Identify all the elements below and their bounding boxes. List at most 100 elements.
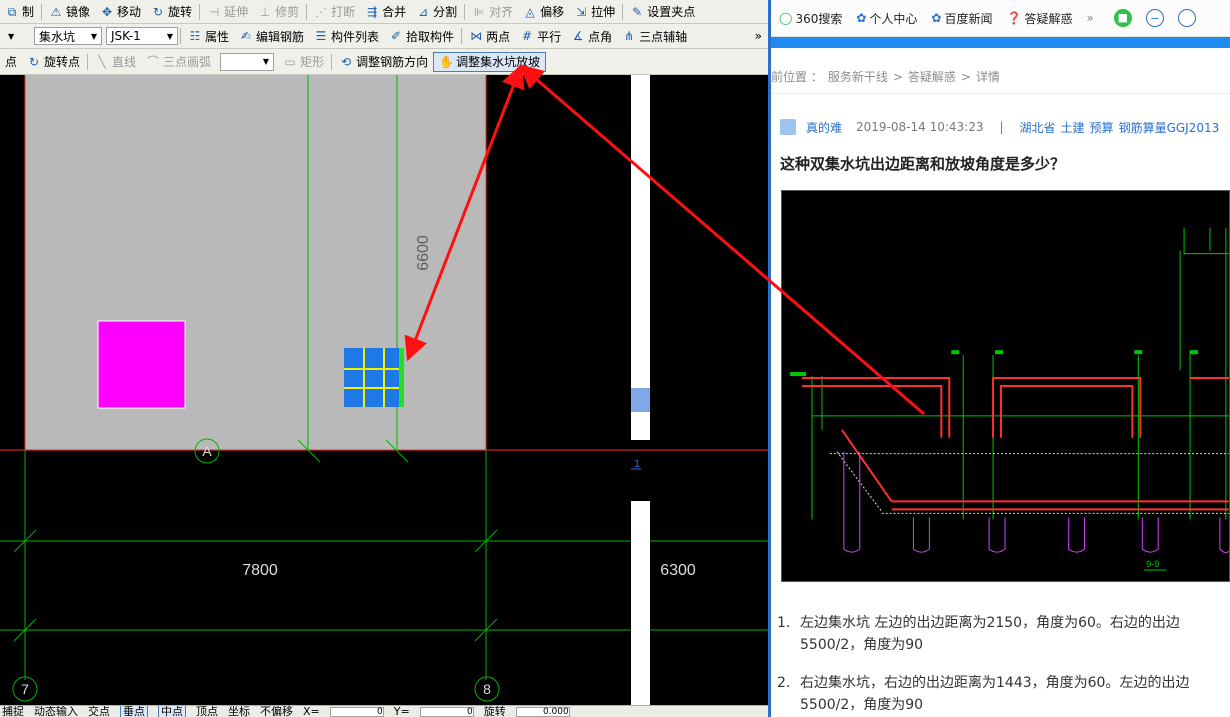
- category-select[interactable]: 集水坑 ▼: [34, 27, 102, 45]
- bookmarks-more-icon[interactable]: »: [1086, 11, 1093, 25]
- offset-mode-select[interactable]: 不偏移: [260, 706, 293, 717]
- vertical-scroll-strip-bottom[interactable]: [631, 501, 650, 705]
- offset-button[interactable]: ◬ 偏移: [518, 2, 569, 22]
- vertical-scroll-strip-top[interactable]: [631, 75, 650, 440]
- stretch-button[interactable]: ⇲ 拉伸: [569, 2, 620, 22]
- breadcrumb-item-1[interactable]: 答疑解惑: [908, 68, 956, 85]
- tool-label: 修剪: [275, 5, 300, 19]
- status-toggle[interactable]: 捕捉: [2, 706, 24, 717]
- align-button[interactable]: ⊫ 对齐: [467, 2, 518, 22]
- status-toggle[interactable]: 顶点: [196, 706, 218, 717]
- bookmark-1[interactable]: ✿ 个人中心: [856, 10, 917, 27]
- tag-0[interactable]: 土建: [1061, 119, 1085, 136]
- move-button[interactable]: ✥ 移动: [95, 2, 146, 22]
- tool-label: 偏移: [540, 5, 565, 19]
- three-point-aux-button[interactable]: ⋔ 三点辅轴: [617, 26, 692, 46]
- rotate-point-button[interactable]: ↻ 旋转点: [22, 52, 85, 72]
- rotate-button[interactable]: ↻ 旋转: [146, 2, 197, 22]
- status-toggle[interactable]: 中点: [158, 706, 186, 717]
- arc-icon: ⌒: [147, 54, 160, 69]
- section-label: 9-9: [1146, 559, 1159, 569]
- bookmark-3[interactable]: ❓ 答疑解惑: [1007, 10, 1073, 27]
- x-coordinate-input[interactable]: 0: [329, 706, 384, 717]
- minus-circle-icon[interactable]: −: [1145, 9, 1164, 27]
- vertical-scroll-thumb[interactable]: [631, 388, 650, 412]
- meta-divider: |: [999, 120, 1004, 134]
- two-point-button[interactable]: ⋈ 两点: [464, 26, 515, 46]
- parallel-button[interactable]: # 平行: [515, 26, 566, 46]
- split-button[interactable]: ⊿ 分割: [411, 2, 462, 22]
- tool-label: 拉伸: [591, 5, 616, 19]
- 360-search-icon: ◯: [779, 11, 793, 25]
- tool-label: 对齐: [489, 5, 514, 19]
- dimension-6300: 6300: [660, 562, 696, 579]
- status-toggle[interactable]: 交点: [88, 706, 110, 717]
- slope-button[interactable]: ✋ 调整集水坑放坡: [433, 51, 547, 72]
- trim-button[interactable]: ⊥ 修剪: [253, 2, 304, 22]
- axis-label-7: 7: [21, 681, 29, 697]
- draw-toolbar: 点 ↻ 旋转点 ╲ 直线 ⌒ 三点画弧 ▼ ▭ 矩形 ⟲ 调整钢筋方向 ✋ 调整集水坑放坡: [0, 49, 768, 75]
- rotate-input[interactable]: 0.000: [515, 706, 570, 717]
- toolbar-more-icon[interactable]: »: [755, 29, 762, 43]
- blue-circle-icon[interactable]: [1177, 9, 1196, 27]
- edit-rebar-button[interactable]: ✍ 编辑钢筋: [234, 26, 309, 46]
- tool-label: 矩形: [300, 55, 325, 69]
- tag-2[interactable]: 钢筋算量GGJ2013: [1119, 119, 1220, 136]
- tool-label: 点角: [588, 29, 613, 44]
- status-toggle[interactable]: 动态输入: [34, 706, 78, 717]
- avatar[interactable]: [780, 119, 796, 135]
- baidu-news-icon: ✿: [931, 11, 942, 25]
- bookmark-0[interactable]: ◯ 360搜索: [779, 10, 842, 27]
- bookmarks-bar: ◯ 360搜索 ✿ 个人中心 ✿ 百度新闻 ❓ 答疑解惑 » ■ −: [771, 0, 1230, 37]
- arc-mode-select[interactable]: ▼: [220, 52, 275, 71]
- tool-label: 设置夹点: [647, 5, 696, 19]
- copy-button[interactable]: ⧉ 制: [0, 2, 39, 22]
- answer-line-2: 5500/2，角度为90: [800, 637, 924, 653]
- tag-1[interactable]: 预算: [1090, 119, 1114, 136]
- stretch-icon: ⇲: [576, 4, 587, 19]
- cad-application: ⧉ 制 ⚠ 镜像 ✥ 移动 ↻ 旋转 ⊣ 延伸 ⊥ 修剪 ⋰ 打断 ⇶ 合并 ⊿ 分割 ⊫ 对齐 ◬ 偏移 ⇲ 拉伸 ✎ 设置夹点…: [0, 0, 768, 717]
- point-button[interactable]: 点: [0, 52, 22, 72]
- sump-pit-magenta: [97, 320, 186, 409]
- component-select[interactable]: JSK-1 ▼: [106, 27, 178, 45]
- grip-button[interactable]: ✎ 设置夹点: [625, 2, 700, 22]
- status-toggle[interactable]: 垂点: [120, 706, 148, 717]
- tool-label: 拾取构件: [406, 29, 455, 44]
- toolbar2-leading-dropdown[interactable]: ▼: [0, 27, 34, 45]
- status-bar: 捕捉 动态输入 交点 垂点 中点 顶点 坐标 不偏移 X= 0 Y= 0 旋转 0.000: [0, 705, 768, 717]
- arc-button[interactable]: ⌒ 三点画弧: [141, 52, 216, 72]
- y-coordinate-input[interactable]: 0: [419, 706, 474, 717]
- line-button[interactable]: ╲ 直线: [90, 52, 141, 72]
- green-circle-icon[interactable]: ■: [1113, 9, 1132, 27]
- answer-line-2: 5500/2，角度为90: [800, 697, 924, 713]
- mirror-button[interactable]: ⚠ 镜像: [44, 2, 95, 22]
- component-list-button[interactable]: ☰ 构件列表: [309, 26, 384, 46]
- category-value: 集水坑: [39, 29, 76, 44]
- breadcrumb-item-0[interactable]: 服务新干线: [828, 68, 888, 85]
- site-nav-bar: [771, 37, 1230, 48]
- bookmark-2[interactable]: ✿ 百度新闻: [931, 10, 992, 27]
- extend-button[interactable]: ⊣ 延伸: [202, 2, 253, 22]
- component-list-icon: ☰: [315, 29, 327, 43]
- point-angle-button[interactable]: ∡ 点角: [566, 26, 617, 46]
- slope-icon: ✋: [439, 54, 455, 69]
- breadcrumb-item-2: 详情: [975, 70, 1000, 84]
- bookmark-label: 百度新闻: [944, 11, 993, 26]
- properties-button[interactable]: ☷ 属性: [183, 26, 234, 46]
- break-button[interactable]: ⋰ 打断: [309, 2, 360, 22]
- rebar-direction-button[interactable]: ⟲ 调整钢筋方向: [334, 52, 433, 72]
- question-image[interactable]: 9-9: [781, 190, 1230, 582]
- pick-component-button[interactable]: ✐ 拾取构件: [384, 26, 459, 46]
- qa-icon: ❓: [1006, 11, 1022, 25]
- tool-label: 构件列表: [331, 29, 380, 44]
- answer-line-1: 右边集水坑，右边的出边距离为1443，角度为60。左边的出边: [800, 675, 1190, 691]
- tool-label: 打断: [331, 5, 356, 19]
- answer-item: 1. 左边集水坑 左边的出边距离为2150，角度为60。右边的出边 5500/2，角…: [777, 612, 1230, 656]
- rect-button[interactable]: ▭ 矩形: [278, 52, 329, 72]
- status-toggle[interactable]: 坐标: [228, 706, 250, 717]
- tool-label: 平行: [537, 29, 562, 44]
- region-tag[interactable]: 湖北省: [1020, 119, 1056, 136]
- drawing-canvas[interactable]: 6600 7800 6300 A 7 8 1: [0, 75, 768, 705]
- author-name[interactable]: 真的难: [806, 119, 842, 136]
- merge-button[interactable]: ⇶ 合并: [360, 2, 411, 22]
